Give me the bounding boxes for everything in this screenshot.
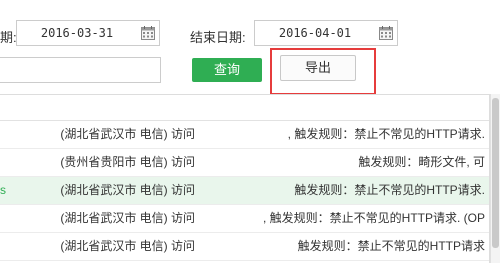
row-rule: 触发规则：畸形文件, 可	[358, 155, 485, 169]
row-location: (湖北省武汉市 电信) 访问	[60, 127, 195, 141]
row-rule: , 触发规则：禁止不常见的HTTP请求. (OP	[262, 211, 485, 225]
start-date-label: 期:	[0, 30, 17, 45]
results-table: (湖北省武汉市 电信) 访问 , 触发规则：禁止不常见的HTTP请求. (贵州省…	[0, 94, 490, 263]
row-rule: 触发规则：禁止不常见的HTTP请求.	[294, 183, 485, 197]
start-date-field[interactable]: 2016-03-31	[16, 20, 160, 46]
calendar-icon[interactable]	[378, 25, 394, 41]
keyword-input[interactable]	[0, 57, 161, 83]
scrollbar-thumb[interactable]	[492, 98, 499, 248]
end-date-label: 结束日期:	[190, 30, 246, 45]
end-date-value: 2016-04-01	[278, 26, 352, 40]
row-location: (贵州省贵阳市 电信) 访问	[60, 155, 195, 169]
table-row[interactable]: (贵州省贵阳市 电信) 访问 触发规则：畸形文件, 可	[0, 149, 489, 177]
row-rule: , 触发规则：禁止不常见的HTTP请求.	[287, 127, 485, 141]
end-date-field[interactable]: 2016-04-01	[254, 20, 398, 46]
table-row-highlighted[interactable]: s (湖北省武汉市 电信) 访问 触发规则：禁止不常见的HTTP请求.	[0, 177, 489, 205]
row-location: (湖北省武汉市 电信) 访问	[60, 183, 195, 197]
row-location: (湖北省武汉市 电信) 访问	[60, 211, 195, 225]
table-row[interactable]: (湖北省武汉市 电信) 访问 , 触发规则：禁止不常见的HTTP请求. (OP	[0, 205, 489, 233]
vertical-scrollbar[interactable]	[490, 94, 500, 263]
query-button[interactable]: 查询	[192, 58, 262, 82]
row-rule: 触发规则：禁止不常见的HTTP请求	[297, 239, 485, 253]
start-date-value: 2016-03-31	[40, 26, 114, 40]
row-location: (湖北省武汉市 电信) 访问	[60, 239, 195, 253]
calendar-icon[interactable]	[140, 25, 156, 41]
table-row[interactable]: (湖北省武汉市 电信) 访问 , 触发规则：禁止不常见的HTTP请求.	[0, 121, 489, 149]
table-header	[0, 95, 489, 121]
export-highlight-box	[270, 48, 376, 95]
table-row[interactable]: (湖北省武汉市 电信) 访问 触发规则：禁止不常见的HTTP请求	[0, 233, 489, 261]
